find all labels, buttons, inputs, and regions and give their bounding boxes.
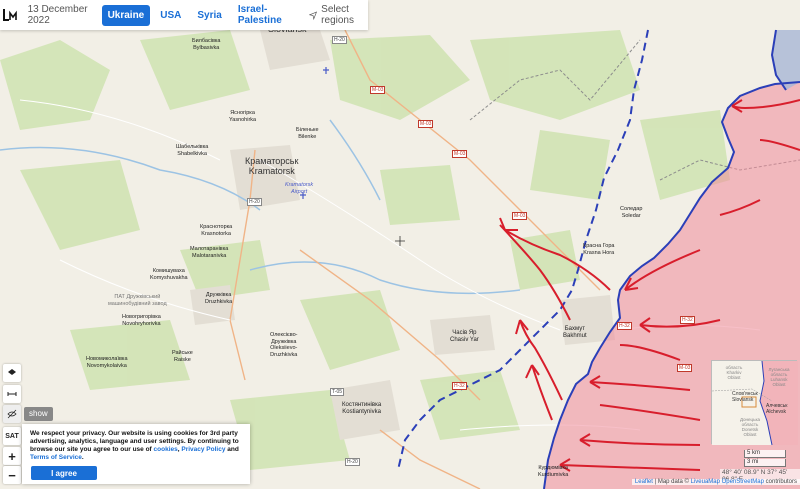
map-attribution: Leaflet | Map data © LiveuaMap OpenStree… bbox=[631, 479, 800, 485]
tab-ukraine[interactable]: Ukraine bbox=[101, 4, 151, 26]
city-raiske[interactable]: Райське Raiske bbox=[172, 350, 193, 363]
liveuamap-logo[interactable] bbox=[0, 0, 20, 30]
city-druzhkivka[interactable]: Дружківка Druzhkivka bbox=[205, 292, 232, 305]
city-shabelkivka[interactable]: Шабельківка Shabelkivka bbox=[176, 144, 208, 157]
hide-events-button[interactable] bbox=[3, 405, 21, 423]
select-regions-label: Select regions bbox=[321, 4, 354, 26]
road-label: M-03 bbox=[370, 86, 386, 94]
minimap-alchevsk: Алчевськ Alchevsk bbox=[766, 403, 788, 415]
road-label: H-32 bbox=[680, 316, 695, 324]
tab-syria[interactable]: Syria bbox=[191, 5, 227, 26]
road-label: H-20 bbox=[332, 36, 347, 44]
logo-icon bbox=[2, 9, 17, 21]
road-label: H-32 bbox=[617, 322, 632, 330]
minimap-kharkiv-label: область Kharkiv Oblast bbox=[725, 365, 743, 380]
city-oleksiievo-druzhkivka[interactable]: Олексієво- Дружківка Oleksiievo- Druzhki… bbox=[270, 332, 297, 358]
city-soledar[interactable]: Соледар Soledar bbox=[620, 206, 642, 219]
select-regions-button[interactable]: Select regions bbox=[309, 4, 368, 26]
road-label: H-20 bbox=[345, 458, 360, 466]
city-novohryhorivka[interactable]: Новогригорівка Novohryhorivka bbox=[122, 314, 161, 327]
city-bylbasivka[interactable]: Билбасівка Bylbasivka bbox=[192, 38, 220, 51]
road-label: T-05 bbox=[330, 388, 345, 396]
cookie-text: We respect your privacy. Our website is … bbox=[30, 430, 239, 461]
top-bar: 13 December 2022 Ukraine USA Syria Israe… bbox=[0, 0, 368, 30]
satellite-toggle[interactable]: SAT bbox=[3, 427, 21, 445]
road-label: M-03 bbox=[418, 120, 434, 128]
road-label: M-03 bbox=[677, 364, 693, 372]
map-base-layer bbox=[0, 0, 800, 489]
road-label: H-20 bbox=[247, 198, 262, 206]
city-yasnohirka[interactable]: Ясногірка Yasnohirka bbox=[229, 110, 256, 123]
city-krasna-hora[interactable]: Красна Гора Krasna Hora bbox=[583, 243, 614, 256]
current-date: 13 December 2022 bbox=[27, 4, 88, 26]
overview-minimap[interactable]: область Kharkiv Oblast Луганська область… bbox=[711, 360, 798, 445]
zoom-in-button[interactable]: + bbox=[3, 447, 21, 465]
city-bilenke[interactable]: Біленьке Bilenke bbox=[296, 127, 319, 140]
layers-button[interactable] bbox=[3, 364, 21, 382]
poi-druzhkivka-plant[interactable]: ПАТ Дружківський машинобудівний завод bbox=[108, 294, 167, 307]
leaflet-link[interactable]: Leaflet bbox=[635, 479, 653, 485]
osm-link[interactable]: LiveuaMap OpenStreetMap bbox=[691, 479, 764, 485]
city-novomykolaivka[interactable]: Новомиколаївка Novomykolaivka bbox=[86, 356, 128, 369]
navigation-arrow-icon bbox=[309, 11, 318, 20]
city-kramatorsk[interactable]: Краматорськ Kramatorsk bbox=[245, 156, 298, 176]
road-label: M-03 bbox=[512, 212, 528, 220]
minimap-donetsk-label: Донецька область Donetsk Oblast bbox=[739, 417, 761, 437]
cookies-link[interactable]: cookies bbox=[154, 446, 178, 453]
zoom-out-button[interactable]: − bbox=[3, 466, 21, 484]
eye-off-icon bbox=[7, 409, 17, 419]
kramatorsk-airport[interactable]: Kramatorsk Airport bbox=[285, 182, 313, 195]
scale-mi: 3 mi bbox=[744, 459, 786, 467]
tab-usa[interactable]: USA bbox=[154, 5, 187, 26]
city-kurdiumivka[interactable]: Курдюмівка Kurdiumivka bbox=[538, 465, 568, 478]
privacy-policy-link[interactable]: Privacy Policy bbox=[181, 446, 225, 453]
scale-km: 5 km bbox=[744, 450, 786, 458]
city-krasnotorka[interactable]: Красноторка Krasnotorka bbox=[200, 224, 232, 237]
road-label: H-32 bbox=[452, 382, 467, 390]
city-chasiv-yar[interactable]: Часів Яр Chasiv Yar bbox=[450, 330, 479, 344]
measure-button[interactable] bbox=[3, 385, 21, 403]
terms-of-service-link[interactable]: Terms of Service bbox=[30, 454, 82, 461]
agree-button[interactable]: I agree bbox=[31, 466, 97, 480]
tab-israel-palestine[interactable]: Israel-Palestine bbox=[232, 0, 299, 31]
city-malotaranivka[interactable]: Малотаранівка Malotaranivka bbox=[190, 246, 228, 259]
minimap-sloviansk: Слов'янськ Sloviansk bbox=[732, 391, 758, 403]
cookie-banner: We respect your privacy. Our website is … bbox=[22, 424, 250, 484]
city-kostiantynivka[interactable]: Костянтинівка Kostiantynivka bbox=[342, 402, 381, 416]
minimap-luhansk-label: Луганська область Luhansk Oblast bbox=[768, 367, 790, 387]
city-komyshuvakha[interactable]: Комишуваха Komyshuvakha bbox=[150, 268, 188, 281]
map-canvas[interactable]: H-20 M-03 M-03 M-03 M-03 H-20 T-05 H-32 … bbox=[0, 0, 800, 489]
ruler-icon bbox=[7, 392, 17, 396]
layers-icon bbox=[8, 369, 16, 375]
show-button[interactable]: show bbox=[24, 407, 53, 421]
road-label: M-03 bbox=[452, 150, 468, 158]
city-bakhmut[interactable]: Бахмут Bakhmut bbox=[563, 326, 587, 340]
